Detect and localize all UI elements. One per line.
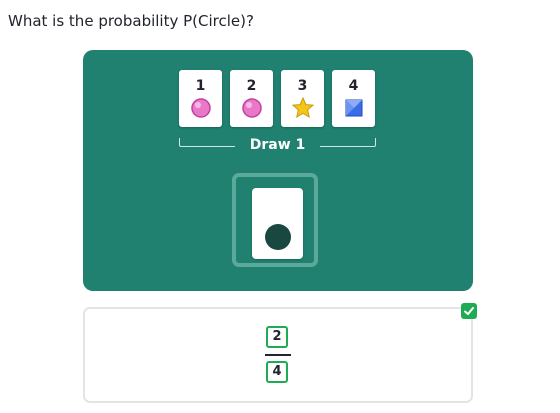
draw-count-label: Draw 1: [179, 136, 376, 156]
card-3: 3: [281, 70, 324, 127]
numerator-input[interactable]: 2: [266, 326, 288, 348]
dark-green-circle-icon: [265, 224, 291, 250]
draw-label: Draw 1: [249, 137, 306, 153]
denominator-input[interactable]: 4: [266, 361, 288, 383]
card-row: 1 2 3 4: [179, 70, 375, 127]
gold-star-icon: [291, 97, 314, 119]
card-number: 4: [348, 78, 359, 94]
pink-circle-icon: [190, 98, 211, 118]
draw-panel: 1 2 3 4 Draw 1: [83, 50, 473, 291]
card-number: 2: [246, 78, 257, 94]
pink-circle-icon: [241, 98, 262, 118]
card-2: 2: [230, 70, 273, 127]
fraction-bar: [265, 354, 291, 356]
card-number: 3: [297, 78, 308, 94]
card-number: 1: [195, 78, 206, 94]
question-text: What is the probability P(Circle)?: [8, 12, 254, 30]
card-4: 4: [332, 70, 375, 127]
drawn-card: [252, 188, 303, 259]
blue-square-icon: [345, 99, 362, 117]
card-1: 1: [179, 70, 222, 127]
check-icon: [461, 303, 477, 319]
